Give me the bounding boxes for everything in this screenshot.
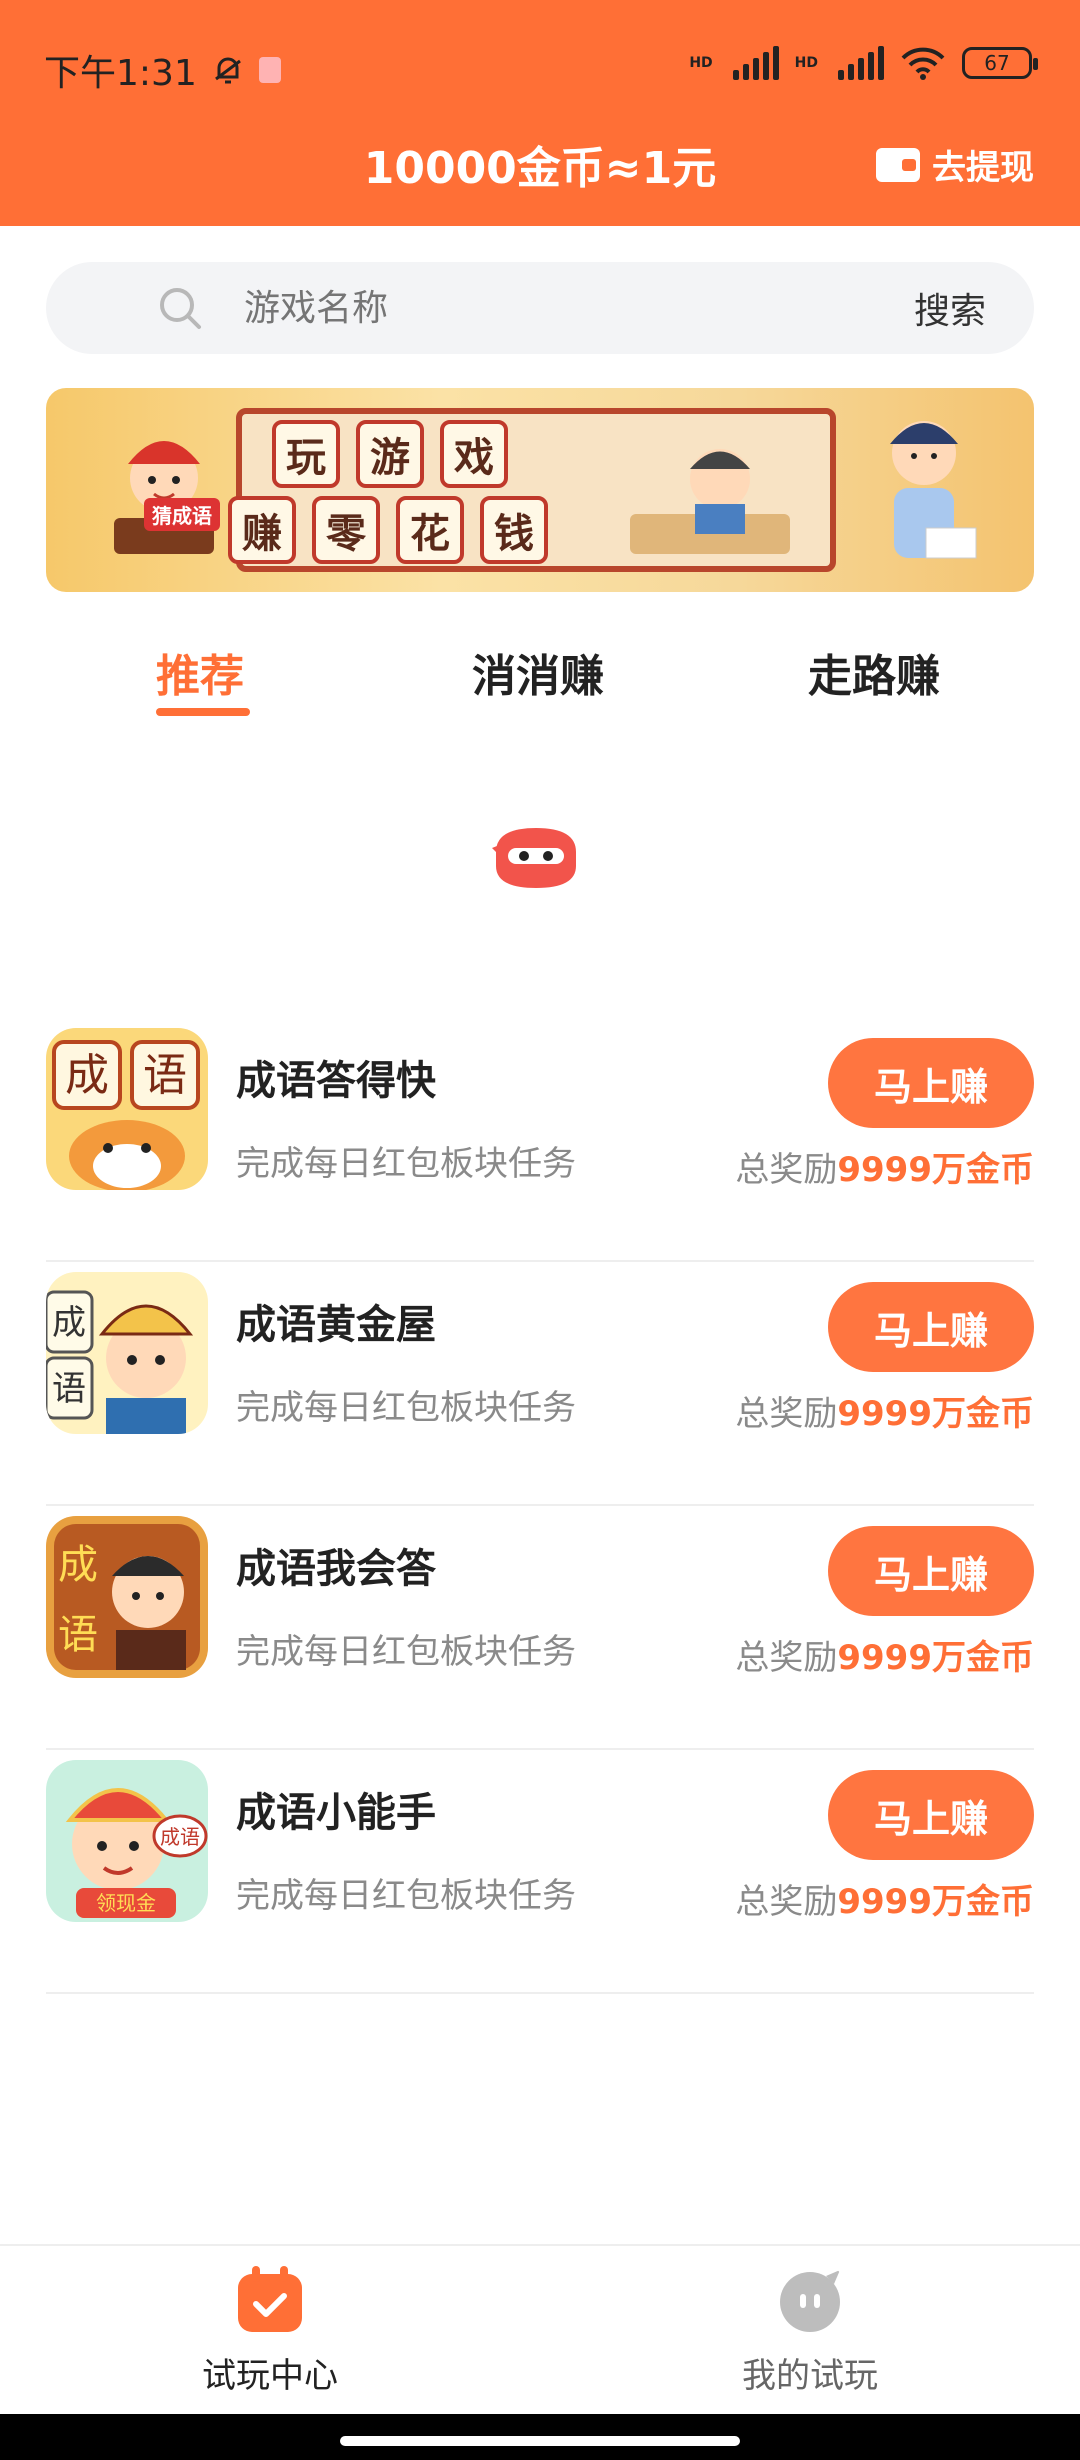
earn-now-button[interactable]: 马上赚: [828, 1526, 1034, 1616]
game-icon-chengyu-huangjinwu: 成 语: [46, 1272, 208, 1434]
reward-value: 9999万金币: [837, 1150, 1034, 1190]
app-page: 下午1:31 HD HD 67 10000金币≈1元 去提现 游戏名称 搜索 猜…: [0, 0, 1080, 2460]
icon-char: 成: [65, 1050, 109, 1101]
list-item[interactable]: 成 语 成语答得快 完成每日红包板块任务 马上赚 总奖励9999万金币: [46, 1018, 1034, 1262]
signal-icon-2: [838, 46, 884, 80]
header: 下午1:31 HD HD 67 10000金币≈1元 去提现: [0, 0, 1080, 226]
bottom-nav: 试玩中心 我的试玩: [0, 2244, 1080, 2414]
notification-icon: [258, 57, 281, 83]
game-name: 成语小能手: [236, 1790, 436, 1836]
search-button[interactable]: 搜索: [914, 282, 986, 334]
tab-active-indicator: [156, 708, 250, 716]
game-desc: 完成每日红包板块任务: [236, 1388, 576, 1428]
reward-prefix: 总奖励: [735, 1638, 838, 1678]
reward-text: 总奖励9999万金币: [735, 1630, 1034, 1679]
banner-row-1: 玩 游 戏: [272, 420, 508, 488]
game-name: 成语黄金屋: [236, 1302, 436, 1348]
game-icon-chengyu-xiaonengshou: 成语 领现金: [46, 1760, 208, 1922]
reward-text: 总奖励9999万金币: [735, 1142, 1034, 1191]
banner-char: 游: [356, 420, 424, 488]
tab-match-earn[interactable]: 消消赚: [472, 640, 604, 704]
banner-scholar-icon: [630, 449, 790, 554]
signal-icon: [732, 46, 779, 80]
withdraw-label: 去提现: [932, 148, 1034, 188]
promo-banner[interactable]: 猜成语 玩 游 戏 赚 零 花 钱: [46, 388, 1034, 592]
tab-recommend[interactable]: 推荐: [156, 640, 244, 704]
game-desc: 完成每日红包板块任务: [236, 1144, 576, 1184]
search-icon: [160, 288, 201, 329]
nav-label: 试玩中心: [202, 2356, 338, 2396]
banner-character-right-icon: [890, 421, 977, 559]
banner-char: 零: [312, 496, 380, 564]
reward-value: 9999万金币: [837, 1638, 1034, 1678]
status-time: 下午1:31: [44, 53, 197, 94]
icon-char: 语: [143, 1050, 187, 1101]
search-input[interactable]: [244, 287, 914, 329]
icon-char: 语: [58, 1612, 98, 1658]
status-time-group: 下午1:31: [44, 44, 281, 96]
reward-prefix: 总奖励: [735, 1882, 838, 1922]
icon-char: 语: [52, 1369, 86, 1409]
battery-level: 67: [984, 51, 1010, 75]
reward-text: 总奖励9999万金币: [735, 1874, 1034, 1923]
reward-value: 9999万金币: [837, 1394, 1034, 1434]
banner-row-2: 赚 零 花 钱: [228, 496, 548, 564]
wifi-icon: [901, 47, 945, 80]
icon-char: 成: [58, 1542, 98, 1588]
game-icon-chengyu-wohuida: 成 语: [46, 1516, 208, 1678]
list-item[interactable]: 成 语 成语黄金屋 完成每日红包板块任务 马上赚 总奖励9999万金币: [46, 1262, 1034, 1506]
reward-value: 9999万金币: [837, 1882, 1034, 1922]
nav-label: 我的试玩: [742, 2356, 878, 2396]
search-bar: 搜索: [46, 262, 1034, 354]
wallet-icon: [876, 147, 920, 182]
game-list: 成 语 成语答得快 完成每日红包板块任务 马上赚 总奖励9999万金币 成 语: [46, 1018, 1034, 1994]
withdraw-button[interactable]: 去提现: [876, 140, 1034, 189]
home-indicator[interactable]: [340, 2436, 740, 2446]
game-desc: 完成每日红包板块任务: [236, 1876, 576, 1916]
icon-char: 领现金: [96, 1891, 156, 1915]
nav-item-trial-center[interactable]: 试玩中心: [120, 2266, 420, 2397]
banner-char: 玩: [272, 420, 340, 488]
earn-now-button[interactable]: 马上赚: [828, 1038, 1034, 1128]
banner-char: 戏: [440, 420, 508, 488]
game-icon-chengyu-dadekuai: 成 语: [46, 1028, 208, 1190]
banner-char: 钱: [480, 496, 548, 564]
list-item[interactable]: 成语 领现金 成语小能手 完成每日红包板块任务 马上赚 总奖励9999万金币: [46, 1750, 1034, 1994]
game-desc: 完成每日红包板块任务: [236, 1632, 576, 1672]
game-name: 成语答得快: [236, 1058, 436, 1104]
game-name: 成语我会答: [236, 1546, 436, 1592]
calendar-check-icon: [238, 2266, 302, 2332]
bell-muted-icon: [214, 57, 241, 84]
banner-char: 花: [396, 496, 464, 564]
earn-now-button[interactable]: 马上赚: [828, 1770, 1034, 1860]
reward-prefix: 总奖励: [735, 1150, 838, 1190]
list-item[interactable]: 成 语 成语我会答 完成每日红包板块任务 马上赚 总奖励9999万金币: [46, 1506, 1034, 1750]
chat-bubble-icon: [780, 2270, 840, 2332]
banner-badge: 猜成语: [144, 498, 220, 531]
banner-board: 玩 游 戏 赚 零 花 钱: [228, 408, 836, 572]
banner-char: 赚: [228, 496, 296, 564]
banner-character-left-icon: [114, 441, 214, 554]
network-hd-label-2: HD: [794, 55, 818, 71]
nav-item-my-trials[interactable]: 我的试玩: [660, 2266, 960, 2397]
earn-now-button[interactable]: 马上赚: [828, 1282, 1034, 1372]
battery-icon: 67: [962, 47, 1038, 79]
tab-walk-earn[interactable]: 走路赚: [808, 640, 940, 704]
icon-char: 成语: [160, 1825, 200, 1849]
status-right: HD HD 67: [689, 46, 1038, 80]
category-tabs: 推荐 消消赚 走路赚: [0, 640, 1080, 720]
reward-prefix: 总奖励: [735, 1394, 838, 1434]
reward-text: 总奖励9999万金币: [735, 1386, 1034, 1435]
network-hd-label: HD: [689, 55, 713, 71]
mascot-icon: [492, 828, 576, 888]
icon-char: 成: [52, 1303, 86, 1343]
